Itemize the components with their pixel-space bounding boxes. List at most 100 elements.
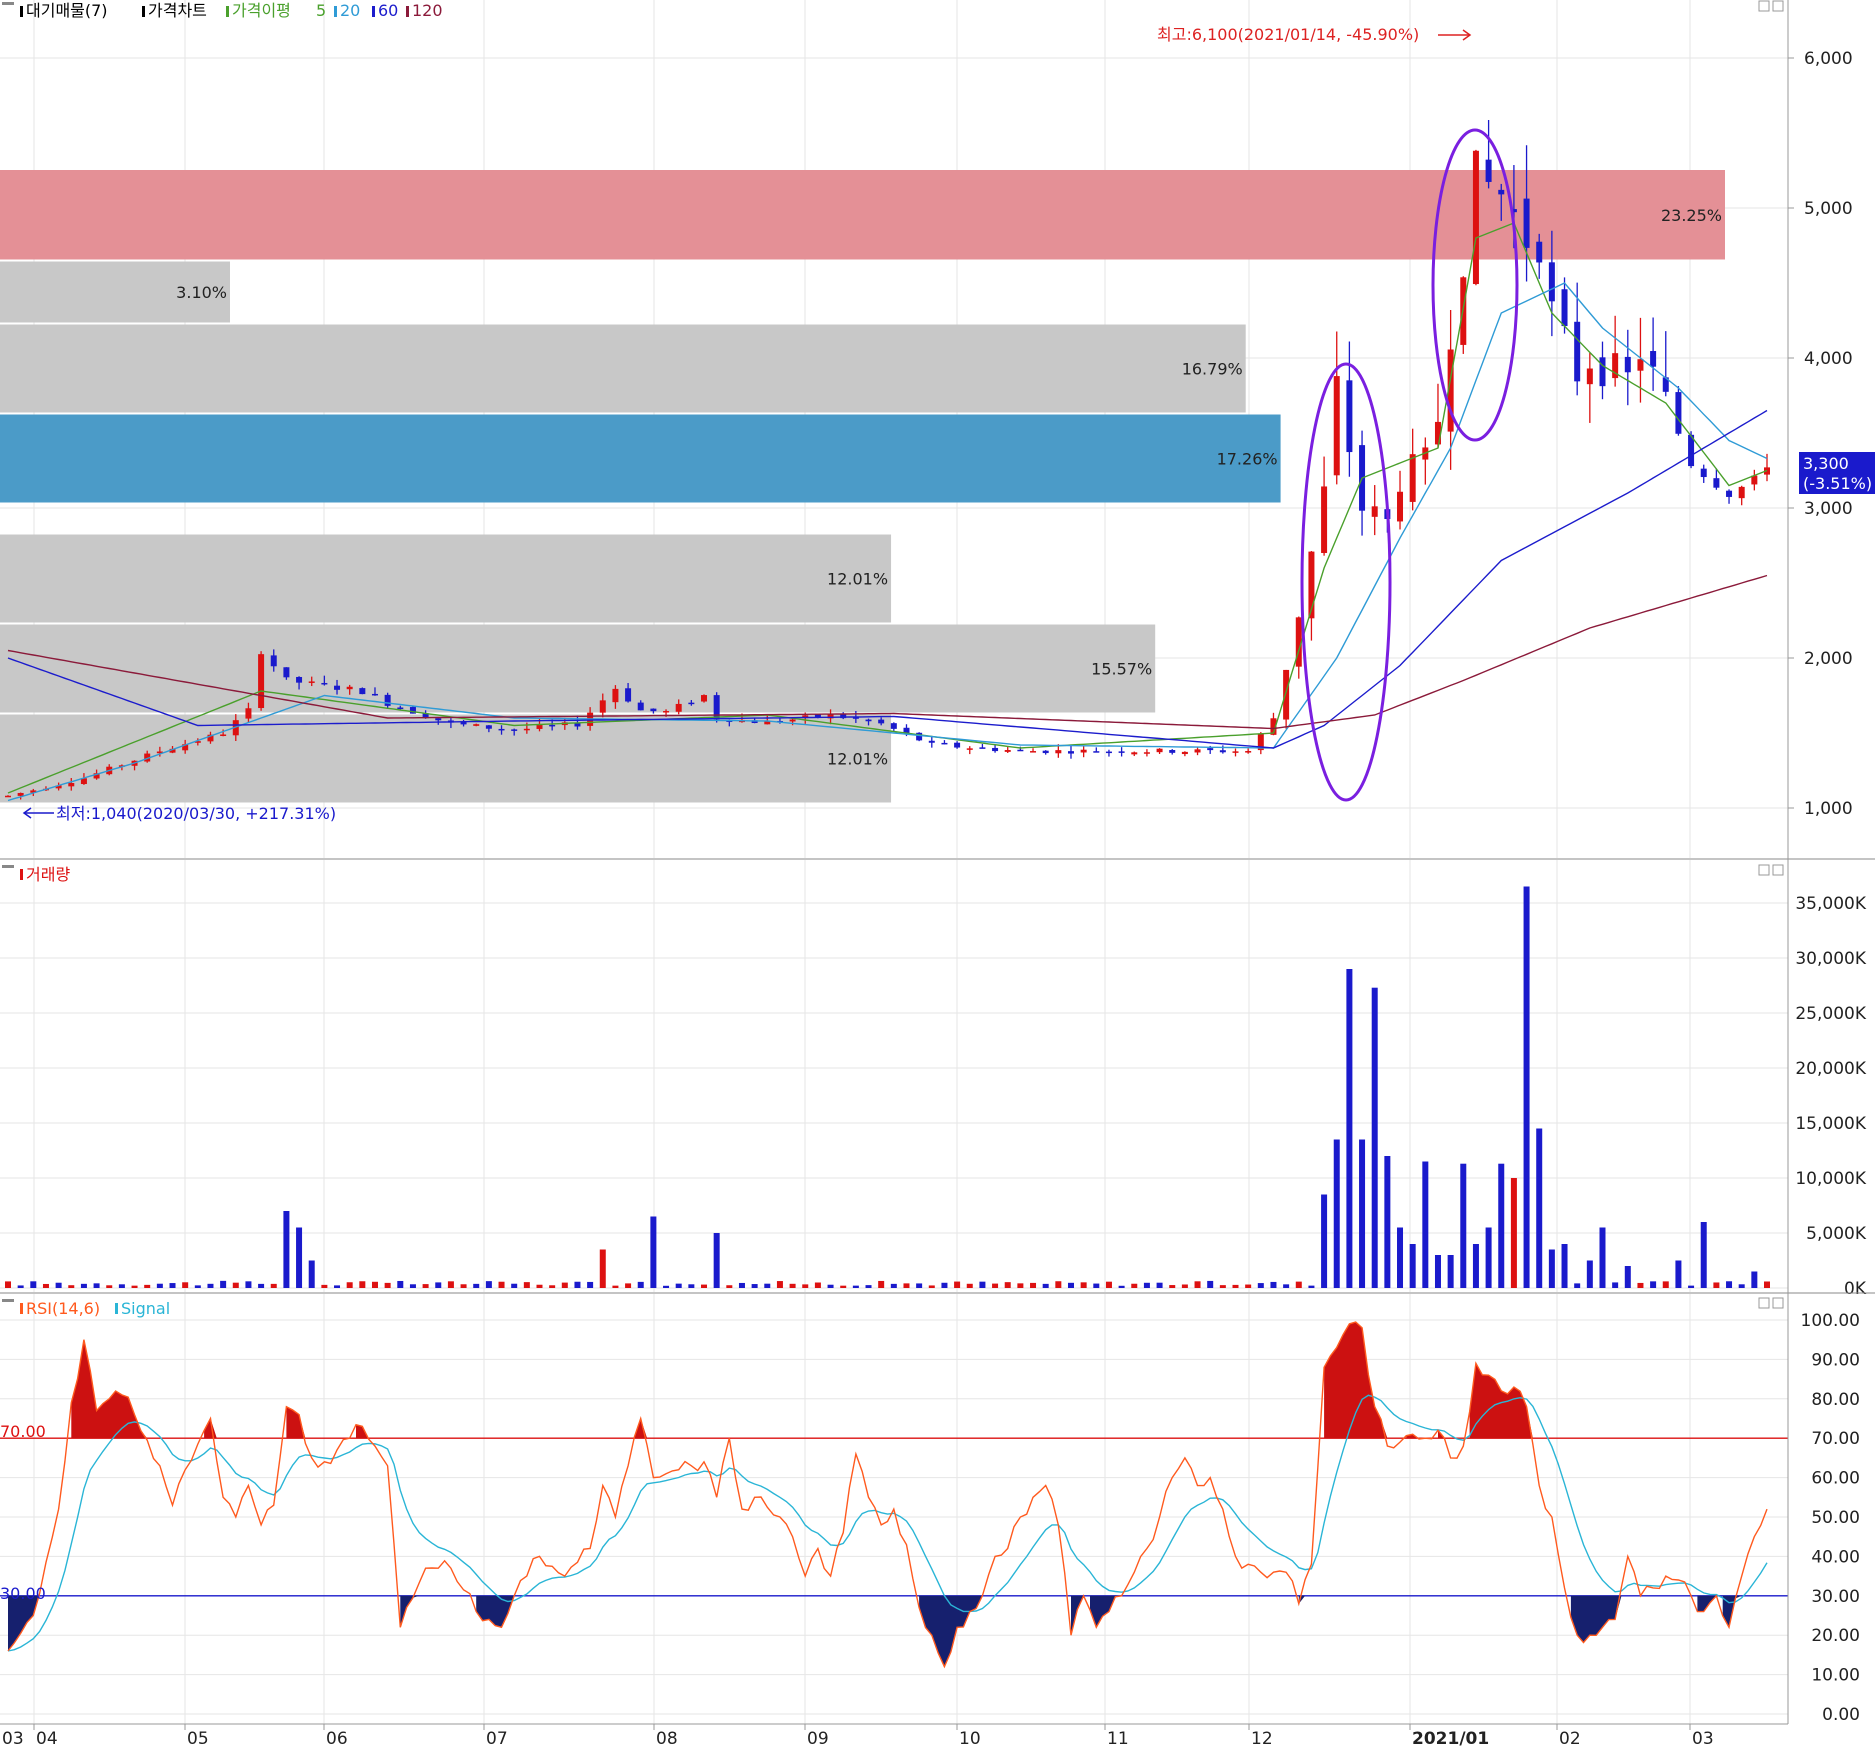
volume-bar [1574,1283,1581,1288]
candle-body [1245,751,1252,753]
volume-bar [1105,1281,1112,1288]
rsi-lower-label: 30.00 [0,1584,46,1603]
volume-bar [270,1283,277,1288]
rsi-oversold-fill [8,1595,1742,1667]
volume-bar [827,1284,834,1288]
minimize-icon[interactable] [1758,1297,1770,1309]
rsi-tick-label: 30.00 [1811,1587,1860,1607]
volume-bar [916,1283,923,1288]
close-icon[interactable] [1772,0,1784,12]
volume-bar [359,1281,366,1288]
volume-bar [663,1285,670,1288]
volume-bar [384,1282,391,1288]
current-price-change: (-3.51%) [1803,474,1872,493]
candle-body [1726,490,1733,497]
candle-body [1067,751,1074,754]
candle-body [283,667,290,678]
volume-bar [1371,987,1378,1288]
candle-body [1105,751,1112,754]
candle-body [941,742,948,745]
panel-handle-icon [2,2,14,5]
rsi-tick-label: 90.00 [1811,1350,1860,1370]
x-tick-label: 03 [2,1729,24,1746]
candle-body [498,728,505,731]
volume-bar [726,1285,733,1288]
current-price-value: 3,300 [1803,454,1849,473]
legend-marker-signal [115,1303,118,1314]
volume-bar [979,1281,986,1288]
volume-bar [1409,1244,1416,1288]
x-tick-label: 07 [486,1729,508,1746]
legend-ma-20: 20 [340,1,360,20]
candle-body [1042,750,1049,754]
volume-bar [194,1285,201,1288]
volume-bar [1662,1281,1669,1288]
rsi-panel[interactable]: RSI(14,6) Signal 70.00 30.00 [0,1294,1788,1724]
minimize-icon[interactable] [1758,864,1770,876]
rsi-tick-label: 20.00 [1811,1626,1860,1646]
high-price-annotation: 최고:6,100(2021/01/14, -45.90%) [1157,25,1419,44]
volume-bar [1118,1285,1125,1288]
stock-chart[interactable]: 23.25% 17.26% 16.79% 15.57% 12.01% 12.01% 3.10… [0,0,1875,1746]
volume-bar [1498,1163,1505,1288]
candle-body [979,747,986,749]
candle-body [1599,357,1606,387]
price-panel[interactable]: 23.25% 17.26% 16.79% 15.57% 12.01% 12.01% 3.10… [0,0,1788,858]
candle-body [1080,749,1087,753]
rsi-lines [7,1321,1768,1669]
volume-bar [55,1282,62,1288]
candle-body [334,685,341,690]
volume-bar [1561,1244,1568,1288]
volume-bar [409,1284,416,1288]
volume-bar [1232,1284,1239,1288]
x-tick-label: 02 [1559,1729,1581,1746]
candle-body [663,711,670,713]
volume-bar [460,1284,467,1288]
candle-body [992,747,999,752]
volume-bar [220,1280,227,1288]
candle-body [1548,262,1555,302]
panel-handle-icon [2,1299,14,1302]
candle-body [1498,189,1505,195]
volume-bar [1143,1282,1150,1288]
volume-bar [789,1283,796,1288]
volume-bar [1751,1271,1758,1288]
volume-panel[interactable]: 거래량 [0,860,1788,1292]
legend-marker-ma-120 [406,6,409,17]
volume-bar [865,1285,872,1288]
low-price-annotation: 최저:1,040(2020/03/30, +217.31%) [56,804,336,823]
candle-body [536,724,543,729]
candle-body [890,723,897,729]
rsi-tick-label: 0.00 [1822,1705,1860,1725]
candle-body [599,700,606,713]
price-tick-label: 3,000 [1804,499,1853,519]
volume-profile-label: 17.26% [1217,450,1278,469]
close-icon[interactable] [1772,1297,1784,1309]
minimize-icon[interactable] [1758,0,1770,12]
candle-body [1409,454,1416,502]
rsi-tick-label: 40.00 [1811,1547,1860,1567]
candle-body [1131,752,1138,755]
volume-bar [523,1282,530,1288]
volume-bar [1612,1282,1619,1288]
volume-bar [1283,1284,1290,1288]
volume-tick-label: 15,000K [1795,1114,1866,1134]
rsi-tick-label: 80.00 [1811,1390,1860,1410]
volume-panel-title: 거래량 [26,865,70,884]
close-icon[interactable] [1772,864,1784,876]
volume-bar [1194,1281,1201,1288]
volume-bar [1700,1222,1707,1288]
volume-bar [840,1285,847,1288]
volume-bar [1080,1282,1087,1288]
volume-bar [1523,886,1530,1288]
candle-body [1536,241,1543,263]
price-tick-label: 6,000 [1804,49,1853,69]
volume-bar [1650,1281,1657,1288]
volume-bar [1764,1281,1770,1288]
volume-bar [42,1283,49,1288]
volume-bar [1397,1227,1404,1288]
volume-bar [1067,1282,1074,1288]
volume-bar [954,1281,961,1288]
volume-bar [1447,1255,1454,1288]
legend-marker-volume [20,869,23,880]
